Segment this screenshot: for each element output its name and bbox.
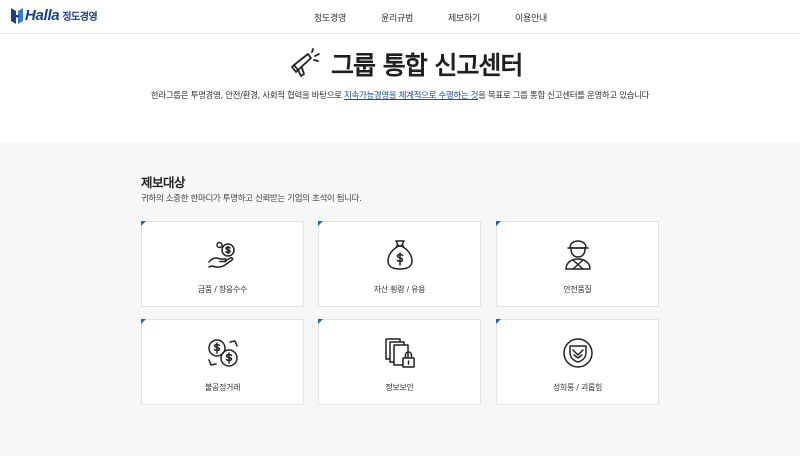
section-description: 귀하의 소중한 한마디가 투명하고 신뢰받는 기업의 초석이 됩니다. <box>141 194 362 204</box>
main-nav: 정도경영 윤리규범 제보하기 이용안내 <box>0 0 800 34</box>
hero-section: 그룹 통합 신고센터 한라그룹은 투명경영, 안전/환경, 사회적 협력을 바탕… <box>0 34 800 142</box>
card-label: 자산 횡령 / 유용 <box>373 285 426 294</box>
hero-title-group: 그룹 통합 신고센터 <box>289 46 523 82</box>
card-label: 성희롱 / 괴롭힘 <box>552 383 603 392</box>
report-targets-section: 제보대상 귀하의 소중한 한마디가 투명하고 신뢰받는 기업의 초석이 됩니다.… <box>0 142 800 456</box>
worker-icon <box>565 240 591 270</box>
card-bribery[interactable]: 금품 / 향응수수 <box>141 221 304 307</box>
hero-description: 한라그룹은 투명경영, 안전/환경, 사회적 협력을 바탕으로 지속가능경영을 … <box>0 89 800 101</box>
card-safety-quality[interactable]: 안전품질 <box>496 221 659 307</box>
document-lock-icon <box>385 338 415 368</box>
logo-subtitle: 정도경영 <box>62 12 98 23</box>
card-harassment[interactable]: 성희롱 / 괴롭힘 <box>496 319 659 405</box>
card-info-security[interactable]: 정보보안 <box>318 319 481 405</box>
coins-exchange-icon <box>208 339 238 367</box>
card-unfair-trade[interactable]: 불공정거래 <box>141 319 304 405</box>
nav-item-ethics-management[interactable]: 정도경영 <box>314 11 346 24</box>
hero-desc-before: 한라그룹은 투명경영, 안전/환경, 사회적 협력을 바탕으로 <box>150 91 345 101</box>
nav-item-report[interactable]: 제보하기 <box>448 11 480 24</box>
megaphone-icon <box>291 48 320 77</box>
hero-desc-highlight: 지속가능경영을 체계적으로 수행하는 것 <box>344 91 479 101</box>
halla-logo[interactable]: Halla 정도경영 <box>11 7 98 24</box>
card-label: 안전품질 <box>563 285 592 294</box>
money-hand-icon <box>208 241 235 268</box>
nav-item-code-of-ethics[interactable]: 윤리규범 <box>381 11 413 24</box>
halla-logo-icon <box>11 7 23 24</box>
page-title: 그룹 통합 신고센터 <box>331 51 523 80</box>
logo-text: Halla <box>25 7 60 24</box>
card-embezzlement[interactable]: 자산 횡령 / 유용 <box>318 221 481 307</box>
nav-item-guide[interactable]: 이용안내 <box>515 11 547 24</box>
section-title: 제보대상 <box>141 175 186 190</box>
shield-icon <box>563 338 593 368</box>
site-header: Halla 정도경영 정도경영 윤리규범 제보하기 이용안내 <box>0 0 800 34</box>
hero-desc-after: 을 목표로 그룹 통합 신고센터를 운영하고 있습니다 <box>478 91 650 101</box>
card-label: 불공정거래 <box>204 383 241 392</box>
card-label: 금품 / 향응수수 <box>197 285 248 294</box>
money-bag-icon <box>387 240 413 270</box>
card-label: 정보보안 <box>385 383 414 392</box>
